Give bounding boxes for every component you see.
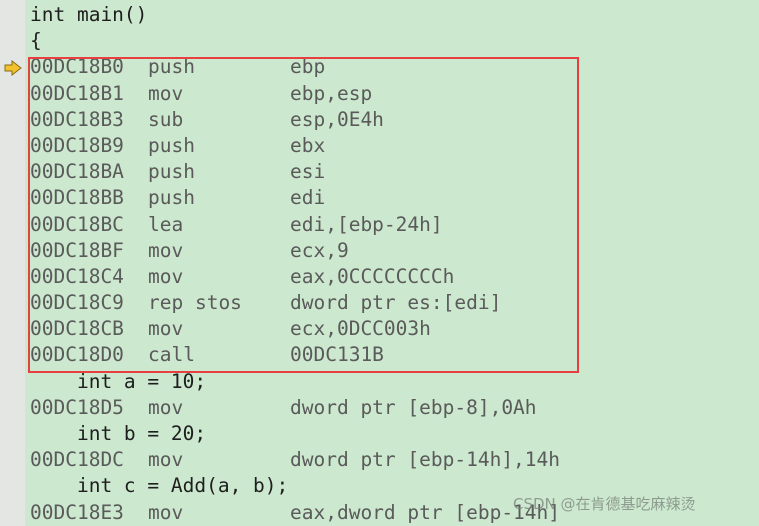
instruction-pointer-arrow-icon (4, 60, 22, 76)
asm-line[interactable]: 00DC18B0 push ebp (30, 54, 560, 80)
address: 00DC18BB (30, 186, 124, 210)
source-line[interactable]: int b = 20; (30, 421, 560, 447)
mnemonic: push (148, 55, 195, 79)
mnemonic: mov (148, 238, 184, 262)
asm-line[interactable]: 00DC18D0 call 00DC131B (30, 342, 560, 368)
mnemonic: mov (148, 264, 184, 288)
operand: dword ptr [ebp-8],0Ah (290, 395, 537, 419)
asm-line[interactable]: 00DC18BF mov ecx,9 (30, 238, 560, 264)
operand: dword ptr [ebp-14h],14h (290, 448, 561, 472)
asm-line[interactable]: 00DC18B1 mov ebp,esp (30, 81, 560, 107)
address: 00DC18B3 (30, 107, 124, 131)
mnemonic: call (148, 343, 195, 367)
source-line[interactable]: int main() (30, 2, 560, 28)
mnemonic: lea (148, 212, 184, 236)
address: 00DC18E3 (30, 500, 124, 524)
operand: edi,[ebp-24h] (290, 212, 443, 236)
address: 00DC18B1 (30, 81, 124, 105)
mnemonic: push (148, 133, 195, 157)
mnemonic: rep stos (148, 291, 242, 315)
operand: 00DC131B (290, 343, 384, 367)
operand: ebp (290, 55, 326, 79)
operand: eax,0CCCCCCCCh (290, 264, 455, 288)
operand: ecx,0DCC003h (290, 317, 431, 341)
address: 00DC18CB (30, 317, 124, 341)
asm-line[interactable]: 00DC18E3 mov eax,dword ptr [ebp-14h] (30, 500, 560, 526)
source-line[interactable]: int a = 10; (30, 369, 560, 395)
operand: esi (290, 160, 326, 184)
asm-line[interactable]: 00DC18BB push edi (30, 185, 560, 211)
operand: ebx (290, 133, 326, 157)
operand: ecx,9 (290, 238, 349, 262)
mnemonic: push (148, 160, 195, 184)
operand: edi (290, 186, 326, 210)
address: 00DC18BC (30, 212, 124, 236)
asm-line[interactable]: 00DC18CB mov ecx,0DCC003h (30, 316, 560, 342)
source-line[interactable]: int c = Add(a, b); (30, 473, 560, 499)
operand: ebp,esp (290, 81, 373, 105)
operand: dword ptr es:[edi] (290, 291, 502, 315)
source-line[interactable]: { (30, 28, 560, 54)
asm-line[interactable]: 00DC18D5 mov dword ptr [ebp-8],0Ah (30, 395, 560, 421)
asm-line[interactable]: 00DC18B9 push ebx (30, 133, 560, 159)
address: 00DC18B0 (30, 55, 124, 79)
asm-line[interactable]: 00DC18B3 sub esp,0E4h (30, 107, 560, 133)
editor-gutter[interactable] (0, 0, 25, 526)
asm-line[interactable]: 00DC18C9 rep stos dword ptr es:[edi] (30, 290, 560, 316)
asm-line[interactable]: 00DC18DC mov dword ptr [ebp-14h],14h (30, 447, 560, 473)
asm-line[interactable]: 00DC18BC lea edi,[ebp-24h] (30, 212, 560, 238)
address: 00DC18C4 (30, 264, 124, 288)
mnemonic: mov (148, 500, 184, 524)
mnemonic: mov (148, 81, 184, 105)
asm-line[interactable]: 00DC18BA push esi (30, 159, 560, 185)
address: 00DC18D0 (30, 343, 124, 367)
address: 00DC18BF (30, 238, 124, 262)
mnemonic: mov (148, 448, 184, 472)
address: 00DC18D5 (30, 395, 124, 419)
watermark: CSDN @在肯德基吃麻辣烫 (513, 495, 696, 513)
address: 00DC18B9 (30, 133, 124, 157)
operand: esp,0E4h (290, 107, 384, 131)
address: 00DC18DC (30, 448, 124, 472)
address: 00DC18C9 (30, 291, 124, 315)
mnemonic: push (148, 186, 195, 210)
mnemonic: mov (148, 317, 184, 341)
disassembly-view[interactable]: int main(){00DC18B0 push ebp 00DC18B1 mov ebp… (30, 2, 560, 526)
address: 00DC18BA (30, 160, 124, 184)
asm-line[interactable]: 00DC18C4 mov eax,0CCCCCCCCh (30, 264, 560, 290)
mnemonic: mov (148, 395, 184, 419)
mnemonic: sub (148, 107, 184, 131)
